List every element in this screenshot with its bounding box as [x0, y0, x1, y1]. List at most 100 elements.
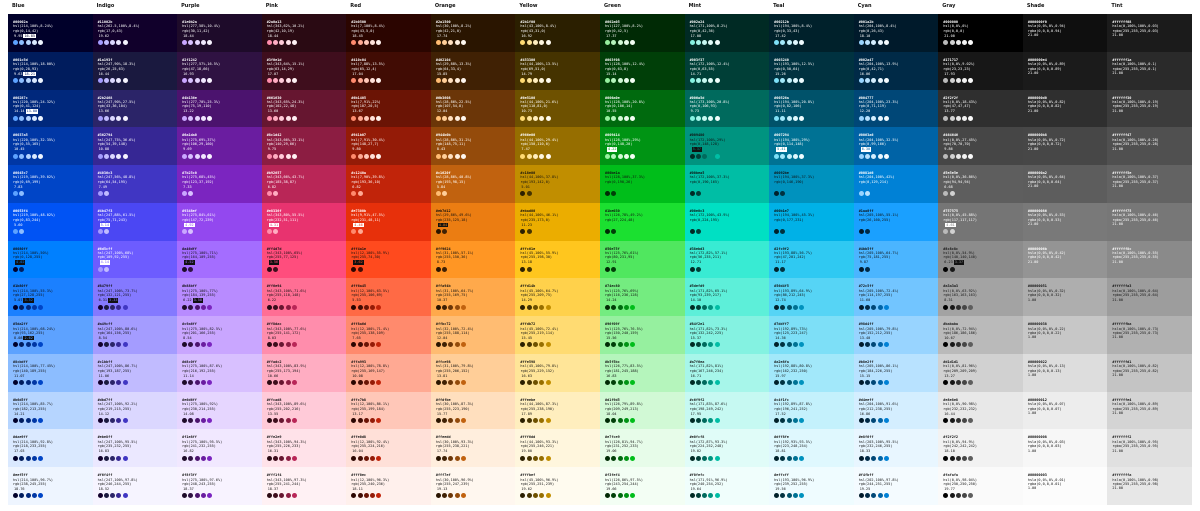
swatch-indigo-13[interactable]: #f6f4ff hsl(247,100%,97.8%) rgb(246,244,25…	[92, 467, 178, 506]
swatch-teal-2[interactable]: #003240 hsl(193,100%,12.5%) rgb(0,50,64) 15…	[769, 51, 855, 91]
swatch-purple-11[interactable]: #e6d6ff hsl(275,100%,92%) rgb(230,214,255)…	[177, 391, 263, 430]
swatch-blue-9[interactable]: #5da2ff hsl(214,100%,68.24%) rgb(93,162,25…	[8, 316, 94, 355]
swatch-green-13[interactable]: #f3fef4 hsl(126,86%,97.5%) rgb(243,254,244…	[600, 467, 686, 506]
swatch-gray-2[interactable]: #171717 hsl(0,0%,9.02%) rgb(23,23,23) 17.93	[938, 51, 1024, 91]
swatch-cyan-10[interactable]: #b8e2ff hsl(205,100%,86.1%) rgb(184,226,25…	[853, 353, 939, 393]
swatch-pink-2[interactable]: #3f0e1d hsl(343,64%,15.1%) rgb(63,14,29) 17…	[261, 51, 347, 91]
swatch-blue-2[interactable]: #001c5d hsl(214,100%,18.00%) rgb(0,28,93) 9…	[8, 51, 94, 91]
swatch-purple-4[interactable]: #6a1da0 hsl(275,69%,37%) rgb(106,29,160) 9.…	[177, 127, 263, 166]
swatch-mint-10[interactable]: #a7f6ea hsl(171,82%,81%) rgb(167,246,234) 1…	[684, 353, 770, 393]
swatch-purple-2[interactable]: #2f1242 hsl(277,57%,16.5%) rgb(47,18,66) 16…	[177, 51, 263, 91]
swatch-gray-6[interactable]: #757575 hsl(0,0%,45.88%) rgb(117,117,117) 4…	[938, 202, 1024, 242]
swatch-teal-8[interactable]: #56d4f5 hsl(193,89%,64.9%) rgb(86,212,245)…	[769, 278, 855, 317]
swatch-gray-11[interactable]: #e8e8e8 hsl(0,0%,90.98%) rgb(232,232,232) 1…	[938, 391, 1024, 430]
swatch-red-4[interactable]: #941b07 hsl(7,91%,30.4%) rgb(148,27,7) 9.80	[346, 127, 432, 166]
swatch-indigo-1[interactable]: #11002b hsl(262.5,100%,8.4%) rgb(17,0,43) 1…	[92, 14, 178, 53]
swatch-yellow-13[interactable]: #fffbef hsl(45,100%,96.9%) rgb(255,251,239…	[515, 467, 601, 506]
swatch-tint-8[interactable]: #ffffffa3 hsla(0,100%,100%,0.64) rgba(255,…	[1107, 278, 1193, 317]
swatch-orange-10[interactable]: #ffce98 hsl(31,100%,79.8%) rgb(255,206,152…	[430, 353, 516, 393]
swatch-tint-11[interactable]: #ffffffe4 hsla(0,100%,100%,0.89) rgba(255,…	[1107, 391, 1193, 430]
swatch-teal-11[interactable]: #c4f1fc hsl(192,89%,87.8%) rgb(196,241,252…	[769, 391, 855, 430]
swatch-pink-6[interactable]: #e8336f hsl(343,80%,55.5%) rgb(232,51,111)…	[261, 202, 347, 242]
swatch-purple-13[interactable]: #f8f3ff hsl(275,100%,97.6%) rgb(248,243,25…	[177, 467, 263, 506]
swatch-pink-3[interactable]: #661630 hsl(343,65%,24.3%) rgb(102,22,48) 1…	[261, 89, 347, 128]
swatch-yellow-9[interactable]: #ffdb72 hsl(45,100%,72.4%) rgb(255,219,114…	[515, 316, 601, 355]
swatch-yellow-8[interactable]: #ffd14b hsl(45,100%,64.7%) rgb(255,209,75)…	[515, 278, 601, 317]
swatch-mint-9[interactable]: #84f2e1 hsl(171,82%,73.3%) rgb(132,242,225…	[684, 316, 770, 355]
swatch-red-10[interactable]: #ffa993 hsl(12,100%,78.8%) rgb(255,169,147…	[346, 353, 432, 393]
swatch-tint-6[interactable]: #ffffff75 hsla(0,100%,100%,0.46) rgba(255,…	[1107, 202, 1193, 242]
swatch-gray-1[interactable]: #000000 hsl(0,0%,0%) rgb(0,0,0) 21.00	[938, 14, 1024, 53]
swatch-blue-5[interactable]: #0045c7 hsl(219,100%,39.02%) rgb(0,69,199)…	[8, 165, 94, 204]
swatch-blue-12[interactable]: #dae9ff hsl(214,100%,92.8%) rgb(218,233,25…	[8, 429, 94, 468]
swatch-red-7[interactable]: #ff4a1e hsl(12,100%,55.9%) rgb(255,74,30) 3…	[346, 240, 432, 279]
swatch-orange-3[interactable]: #6b3608 hsl(28,86%,22.5%) rgb(107,54,8) 12.…	[430, 89, 516, 128]
swatch-orange-1[interactable]: #2a1500 hsl(30,100%,8.2%) rgb(42,21,0) 17.7…	[430, 14, 516, 53]
swatch-purple-9[interactable]: #c9a6ff hsl(275,100%,82.5%) rgb(201,166,25…	[177, 316, 263, 355]
swatch-purple-6[interactable]: #9348ef hsl(275,84%,61%) rgb(147,72,239) 4.…	[177, 202, 263, 242]
swatch-red-12[interactable]: #ffe0d8 hsl(12,100%,92.4%) rgb(255,224,216…	[346, 429, 432, 468]
swatch-teal-3[interactable]: #00526a hsl(194,100%,20.8%) rgb(0,82,106) 1…	[769, 89, 855, 128]
swatch-mint-7[interactable]: #38ebd3 hsl(172,82%,57.1%) rgb(56,235,211)…	[684, 240, 770, 279]
swatch-shade-5[interactable]: #000000a2 hsla(0,0%,0%,0.64) rgba(0,0,0,0.…	[1022, 165, 1108, 204]
swatch-indigo-5[interactable]: #4036c3 hsl(247,56%,48.8%) rgb(64,54,195) 7…	[92, 165, 178, 204]
swatch-cyan-13[interactable]: #f4fbff hsl(202,100%,97.8%) rgb(244,251,25…	[853, 467, 939, 506]
swatch-red-3[interactable]: #6b1405 hsl(7,91%,22%) rgb(107,20,5) 13.67	[346, 89, 432, 128]
swatch-gray-13[interactable]: #fafafa hsl(0,0%,98.04%) rgb(250,250,250) 1…	[938, 467, 1024, 506]
swatch-orange-9[interactable]: #ffbc72 hsl(32,100%,72.4%) rgb(255,188,114…	[430, 316, 516, 355]
swatch-yellow-11[interactable]: #ffeebe hsl(44,100%,87.3%) rgb(255,238,190…	[515, 391, 601, 430]
swatch-green-6[interactable]: #1be030 hsl(126,78%,49.2%) rgb(27,224,48)	[600, 202, 686, 242]
swatch-blue-1[interactable]: #00002a hsl(214,100%,8.24%) rgb(0,14,42) 9.…	[8, 14, 94, 53]
swatch-tint-9[interactable]: #ffffffba hsla(0,100%,100%,0.73) rgba(255,…	[1107, 316, 1193, 355]
swatch-teal-9[interactable]: #7ddff7 hsl(192,89%,73%) rgb(125,223,247) 1…	[769, 316, 855, 355]
swatch-green-8[interactable]: #74ec80 hsl(125,76%,69%) rgb(116,236,128) 1…	[600, 278, 686, 317]
swatch-orange-4[interactable]: #944b0b hsl(28,86%,31.2%) rgb(148,75,11) 8.…	[430, 127, 516, 166]
swatch-gray-12[interactable]: #f2f2f2 hsl(0,0%,94.9%) rgb(242,242,242) 18…	[938, 429, 1024, 468]
swatch-cyan-12[interactable]: #e8f6ff hsl(203,100%,95.5%) rgb(232,246,25…	[853, 429, 939, 468]
swatch-shade-6[interactable]: #00000086 hsla(0,0%,0%,0.53) rgba(0,0,0,0.…	[1022, 202, 1108, 242]
swatch-shade-13[interactable]: #00000003 hsla(0,0%,0%,0.01) rgba(0,0,0,0.…	[1022, 467, 1108, 506]
swatch-tint-4[interactable]: #ffffff47 hsla(0,100%,100%,0.28) rgba(255,…	[1107, 127, 1193, 166]
swatch-orange-5[interactable]: #c1620f hsl(28,86%,40.8%) rgb(193,98,15) 5.…	[430, 165, 516, 204]
swatch-cyan-2[interactable]: #002a47 hsl(204,100%,13.9%) rgb(0,42,71) 16…	[853, 51, 939, 91]
swatch-gray-3[interactable]: #2f2f2f hsl(0,0%,18.43%) rgb(47,47,47) 13.7…	[938, 89, 1024, 128]
swatch-pink-11[interactable]: #ffcad8 hsl(343,100%,89.6%) rgb(255,202,21…	[261, 391, 347, 430]
swatch-purple-1[interactable]: #1e0b2a hsl(277,58%,10.4%) rgb(30,11,42) 18…	[177, 14, 263, 53]
swatch-indigo-7[interactable]: #6d5cff hsl(247,100%,68%) rgb(109,92,255) 4…	[92, 240, 178, 279]
swatch-indigo-11[interactable]: #dbd7ff hsl(247,100%,92.2%) rgb(219,215,25…	[92, 391, 178, 430]
swatch-orange-12[interactable]: #ffeedd hsl(30,100%,93.3%) rgb(255,238,221…	[430, 429, 516, 468]
swatch-cyan-11[interactable]: #d4eeff hsl(204,100%,91.6%) rgb(212,238,25…	[853, 391, 939, 430]
swatch-tint-3[interactable]: #ffffff30 hsla(0,100%,100%,0.19) rgba(255,…	[1107, 89, 1193, 128]
swatch-green-2[interactable]: #003f08 hsl(128,100%,12.4%) rgb(0,63,8) 15.…	[600, 51, 686, 91]
swatch-red-6[interactable]: #e7300b hsl(9,91%,47.5%) rgb(231,48,11) 4.4…	[346, 202, 432, 242]
swatch-shade-2[interactable]: #000000e4 hsla(0,0%,0%,0.89) rgba(0,0,0,0.…	[1022, 51, 1108, 91]
swatch-cyan-9[interactable]: #98d4ff hsl(205,100%,79.8%) rgb(152,212,25…	[853, 316, 939, 355]
swatch-green-3[interactable]: #006a0e hsl(128,100%,20.8%) rgb(0,106,14) 1…	[600, 89, 686, 128]
swatch-shade-10[interactable]: #00000022 hsla(0,0%,0%,0.13) rgba(0,0,0,0.…	[1022, 353, 1108, 393]
swatch-green-12[interactable]: #e7fce9 hsl(126,81%,94.7%) rgb(231,252,233…	[600, 429, 686, 468]
swatch-shade-3[interactable]: #000000d0 hsla(0,0%,0%,0.82) rgba(0,0,0,0.…	[1022, 89, 1108, 128]
swatch-blue-13[interactable]: #eef5ff hsl(214,100%,96.7%) rgb(238,245,25…	[8, 467, 94, 506]
swatch-pink-10[interactable]: #ffadc2 hsl(343,100%,83.9%) rgb(255,173,19…	[261, 353, 347, 393]
swatch-teal-10[interactable]: #a2e8fa hsl(192,88%,80.8%) rgb(162,232,250…	[769, 353, 855, 393]
swatch-indigo-4[interactable]: #362794 hsl(247,75%,36.6%) rgb(54,39,148) 1…	[92, 127, 178, 166]
swatch-mint-6[interactable]: #00e0c3 hsl(172,100%,43.9%) rgb(0,224,195)	[684, 202, 770, 242]
swatch-purple-12[interactable]: #f1e8ff hsl(275,100%,95.5%) rgb(241,232,25…	[177, 429, 263, 468]
swatch-tint-1[interactable]: #ffffff08 hsla(0,100%,100%,0.03) rgba(255,…	[1107, 14, 1193, 53]
swatch-yellow-2[interactable]: #453300 hsl(44,100%,13.5%) rgb(69,51,0) 14.…	[515, 51, 601, 91]
swatch-blue-8[interactable]: #1b80ff hsl(214,100%,55.3%) rgb(27,128,255…	[8, 278, 94, 317]
swatch-teal-13[interactable]: #effcff hsl(193,100%,96.9%) rgb(239,252,25…	[769, 467, 855, 506]
swatch-shade-9[interactable]: #00000038 hsla(0,0%,0%,0.22) rgba(0,0,0,0.…	[1022, 316, 1108, 355]
swatch-mint-12[interactable]: #e0fcf8 hsl(172,87%,93.3%) rgb(224,252,248…	[684, 429, 770, 468]
swatch-pink-9[interactable]: #ff8dac hsl(343,100%,77.6%) rgb(255,141,17…	[261, 316, 347, 355]
swatch-gray-8[interactable]: #a3a3a3 hsl(0,0%,63.92%) rgb(163,163,163) 8…	[938, 278, 1024, 317]
swatch-yellow-5[interactable]: #c18e00 hsl(44,100%,37.8%) rgb(193,142,0) 5…	[515, 165, 601, 204]
swatch-shade-4[interactable]: #000000b8 hsla(0,0%,0%,0.72) rgba(0,0,0,0.…	[1022, 127, 1108, 166]
swatch-blue-3[interactable]: #00287c hsl(220,100%,24.32%) rgb(0,41,124)…	[8, 89, 94, 128]
swatch-green-5[interactable]: #00be1a hsl(128,100%,37.3%) rgb(0,190,26)	[600, 165, 686, 204]
swatch-green-9[interactable]: #96f09f hsl(125,76%,76.5%) rgb(150,240,159…	[600, 316, 686, 355]
swatch-cyan-7[interactable]: #4bb5ff hsl(205,100%,64.7%) rgb(75,181,255…	[853, 240, 939, 279]
swatch-green-11[interactable]: #d1f9d5 hsl(126,79%,89.8%) rgb(209,249,213…	[600, 391, 686, 430]
swatch-tint-5[interactable]: #ffffff5e hsla(0,100%,100%,0.37) rgba(255,…	[1107, 165, 1193, 204]
swatch-orange-2[interactable]: #402104 hsl(29,88%,13.3%) rgb(64,33,4) 15.8…	[430, 51, 516, 91]
